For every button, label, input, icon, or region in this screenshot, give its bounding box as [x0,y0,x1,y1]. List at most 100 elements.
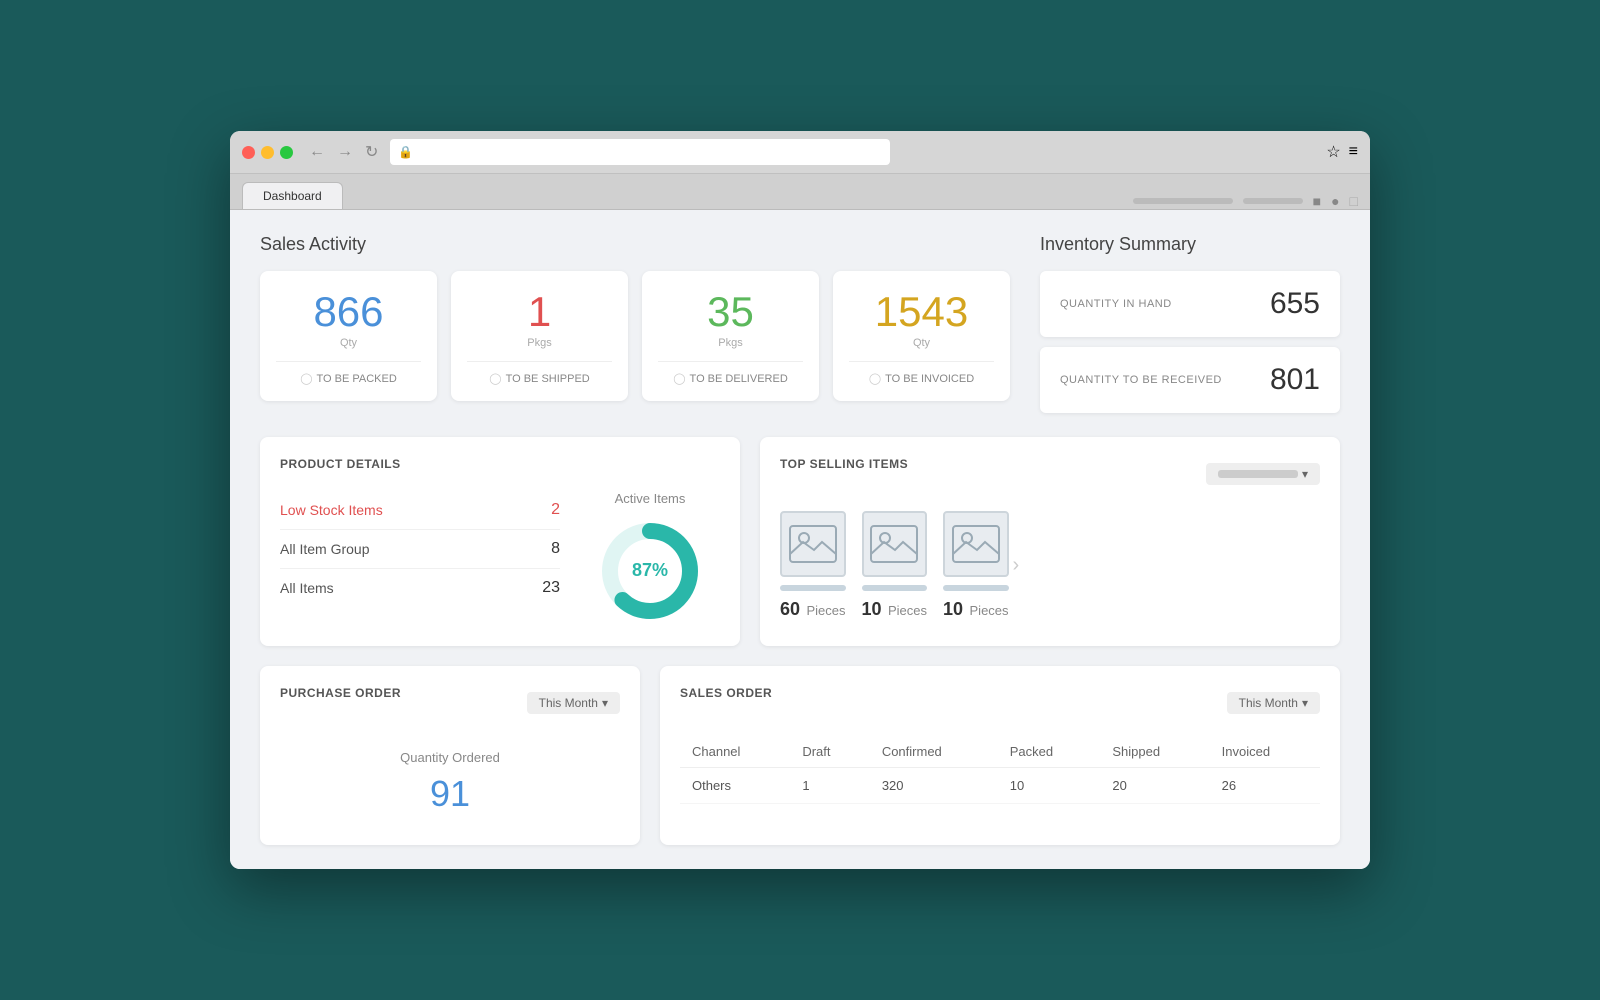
top-selling-filter[interactable]: ▾ [1206,463,1320,485]
browser-nav: ← → ↻ [305,140,382,164]
item-unit-3: Pieces [970,603,1009,618]
main-content: Sales Activity 866 Qty ◯ TO BE PACKED 1 … [230,210,1370,869]
col-shipped: Shipped [1100,736,1209,768]
selling-items-container: 60 Pieces [780,511,1009,620]
kpi-divider [849,361,994,362]
all-items-row[interactable]: All Items 23 [280,569,560,607]
item-bar-3 [943,585,1009,591]
kpi-divider [467,361,612,362]
toolbar-placeholder-2 [1243,198,1303,204]
item-image-2 [862,511,928,577]
donut-label: Active Items [615,491,686,506]
kpi-shipped-label: ◯ TO BE SHIPPED [489,372,589,385]
window-controls [242,146,293,159]
item-bar-2 [862,585,928,591]
chevron-down-icon: ▾ [1302,696,1308,710]
browser-window: ← → ↻ 🔒 ☆ ≡ Dashboard ■ ● □ Sale [230,131,1370,869]
row-shipped: 20 [1100,768,1209,804]
browser-toolbar: ← → ↻ 🔒 ☆ ≡ [230,131,1370,174]
item-bar-1 [780,585,846,591]
kpi-divider [658,361,803,362]
table-row[interactable]: Others 1 320 10 20 26 [680,768,1320,804]
kpi-to-be-shipped[interactable]: 1 Pkgs ◯ TO BE SHIPPED [451,271,628,401]
qty-to-receive-card[interactable]: QUANTITY TO BE RECEIVED 801 [1040,347,1340,413]
forward-button[interactable]: → [333,140,357,164]
qty-in-hand-card[interactable]: QUANTITY IN HAND 655 [1040,271,1340,337]
item-count-1: 60 Pieces [780,599,846,620]
top-selling-card: TOP SELLING ITEMS ▾ [760,437,1340,646]
middle-row: PRODUCT DETAILS Low Stock Items 2 All It… [260,437,1340,646]
toolbar-placeholder-1 [1133,198,1233,204]
low-stock-value: 2 [551,501,560,519]
kpi-to-be-packed[interactable]: 866 Qty ◯ TO BE PACKED [260,271,437,401]
row-channel: Others [680,768,790,804]
purchase-order-body: Quantity Ordered 91 [280,740,620,825]
item-unit-2: Pieces [888,603,927,618]
product-list: Low Stock Items 2 All Item Group 8 All I… [280,491,560,626]
item-group-label: All Item Group [280,541,369,557]
chevron-down-icon: ▾ [1302,467,1308,481]
selling-item-3[interactable]: 10 Pieces [943,511,1009,620]
kpi-to-be-delivered[interactable]: 35 Pkgs ◯ TO BE DELIVERED [642,271,819,401]
circle-check-icon: ◯ [673,372,685,385]
kpi-to-be-invoiced[interactable]: 1543 Qty ◯ TO BE INVOICED [833,271,1010,401]
kpi-divider [276,361,421,362]
qty-to-receive-label: QUANTITY TO BE RECEIVED [1060,374,1222,386]
sales-activity-section: Sales Activity 866 Qty ◯ TO BE PACKED 1 … [260,234,1010,413]
item-group-row[interactable]: All Item Group 8 [280,530,560,569]
row-packed: 10 [998,768,1101,804]
col-confirmed: Confirmed [870,736,998,768]
active-tab[interactable]: Dashboard [242,182,343,209]
all-items-value: 23 [542,579,560,597]
browser-actions: ☆ ≡ [1326,142,1358,162]
close-button[interactable] [242,146,255,159]
image-placeholder-icon-3 [951,524,1001,564]
sales-order-filter[interactable]: This Month ▾ [1227,692,1320,714]
product-details-inner: Low Stock Items 2 All Item Group 8 All I… [280,491,720,626]
maximize-button[interactable] [280,146,293,159]
kpi-invoiced-value: 1543 [875,291,968,333]
inventory-cards: QUANTITY IN HAND 655 QUANTITY TO BE RECE… [1040,271,1340,413]
sales-order-card: SALES ORDER This Month ▾ Channel Draft C… [660,666,1340,845]
col-packed: Packed [998,736,1101,768]
bottom-row: PURCHASE ORDER This Month ▾ Quantity Ord… [260,666,1340,845]
low-stock-label: Low Stock Items [280,502,383,518]
kpi-packed-label: ◯ TO BE PACKED [300,372,397,385]
low-stock-row[interactable]: Low Stock Items 2 [280,491,560,530]
kpi-invoiced-unit: Qty [913,337,930,349]
kpi-packed-value: 866 [313,291,383,333]
kpi-packed-unit: Qty [340,337,357,349]
selling-item-2[interactable]: 10 Pieces [862,511,928,620]
all-items-label: All Items [280,580,334,596]
back-button[interactable]: ← [305,140,329,164]
purchase-order-filter[interactable]: This Month ▾ [527,692,620,714]
circle-check-icon: ◯ [869,372,881,385]
menu-icon[interactable]: ≡ [1349,143,1358,161]
item-count-2: 10 Pieces [862,599,928,620]
row-invoiced: 26 [1210,768,1320,804]
qty-in-hand-label: QUANTITY IN HAND [1060,298,1172,310]
po-qty-value: 91 [280,773,620,815]
square-icon: ■ [1313,193,1321,209]
minimize-button[interactable] [261,146,274,159]
col-invoiced: Invoiced [1210,736,1320,768]
carousel-next-button[interactable]: › [1009,554,1024,577]
po-filter-label: This Month [539,696,598,710]
product-details-title: PRODUCT DETAILS [280,457,720,471]
item-group-value: 8 [551,540,560,558]
item-image-3 [943,511,1009,577]
star-icon[interactable]: ☆ [1326,142,1340,162]
col-channel: Channel [680,736,790,768]
filter-label [1218,470,1298,478]
po-qty-label: Quantity Ordered [280,750,620,765]
selling-item-1[interactable]: 60 Pieces [780,511,846,620]
kpi-delivered-value: 35 [707,291,754,333]
address-bar[interactable]: 🔒 [390,139,890,165]
tab-bar: Dashboard ■ ● □ [230,174,1370,210]
top-section: Sales Activity 866 Qty ◯ TO BE PACKED 1 … [260,234,1340,413]
reload-button[interactable]: ↻ [361,140,382,164]
circle-check-icon: ◯ [300,372,312,385]
kpi-delivered-unit: Pkgs [718,337,742,349]
kpi-cards-container: 866 Qty ◯ TO BE PACKED 1 Pkgs ◯ [260,271,1010,401]
item-count-3: 10 Pieces [943,599,1009,620]
